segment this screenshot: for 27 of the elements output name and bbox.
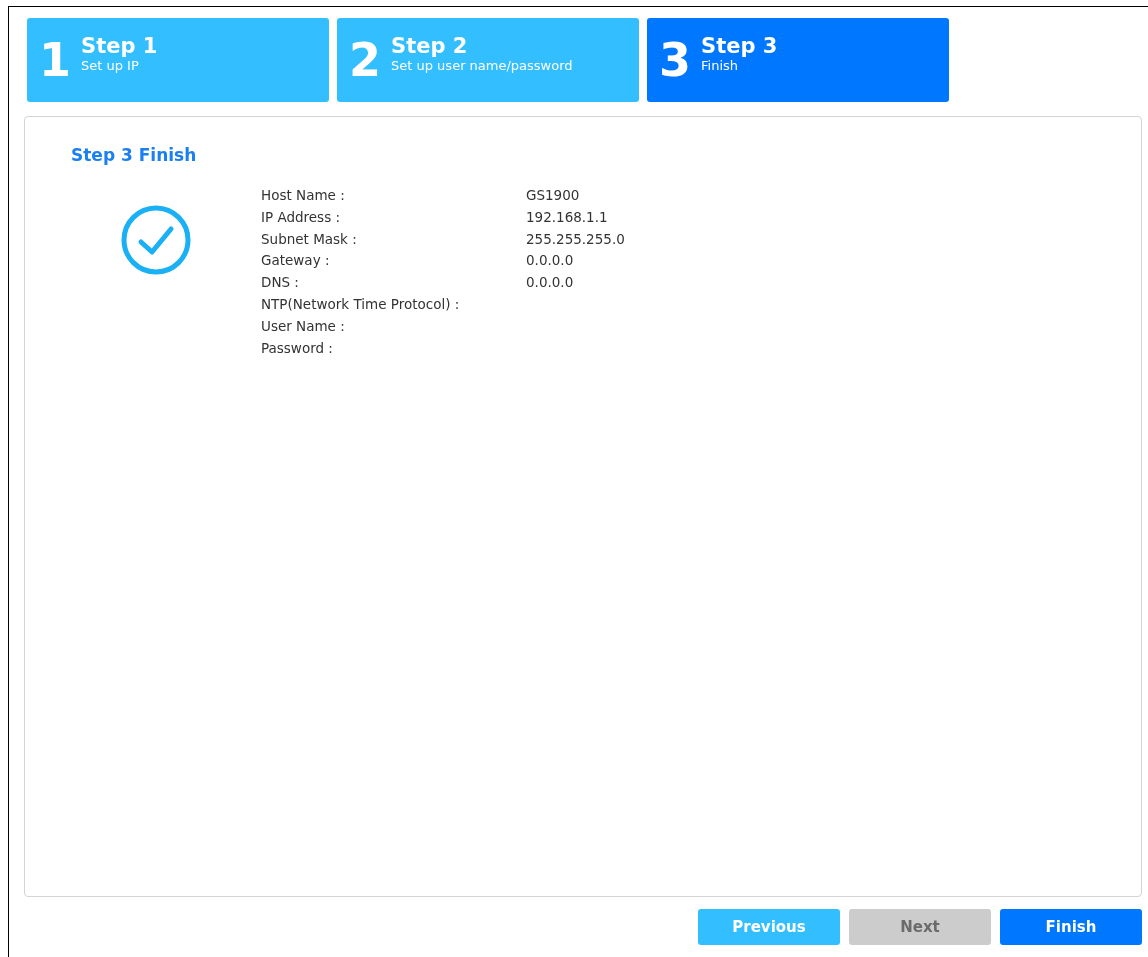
field-value: 192.168.1.1 (526, 207, 609, 227)
field-label: User Name : (261, 316, 346, 336)
step-tab[interactable]: 2 Step 2 Set up user name/password (337, 18, 639, 102)
step-subtitle: Set up user name/password (391, 57, 573, 73)
field-value: 255.255.255.0 (526, 229, 625, 249)
field-label: Subnet Mask : (261, 229, 358, 249)
step-title: Step 1 (81, 33, 158, 58)
panel-heading: Step 3 Finish (71, 145, 198, 165)
field-label: DNS : (261, 273, 300, 293)
field-label: Password : (261, 338, 334, 358)
field-label: Host Name : (261, 186, 346, 205)
step-number: 3 (659, 37, 691, 83)
field-value: GS1900 (526, 186, 581, 205)
step-number: 2 (349, 37, 381, 83)
step-title: Step 3 (701, 33, 778, 58)
step-number: 1 (39, 37, 71, 83)
step-subtitle: Finish (701, 57, 740, 73)
field-label: IP Address : (261, 207, 342, 227)
checkmark-circle-icon (121, 205, 191, 275)
previous-button[interactable]: Previous (698, 909, 840, 945)
field-label: NTP(Network Time Protocol) : (261, 295, 461, 314)
field-value: 0.0.0.0 (526, 251, 575, 271)
step-title: Step 2 (391, 33, 469, 58)
field-value: 0.0.0.0 (526, 273, 575, 293)
finish-button[interactable]: Finish (1000, 909, 1142, 945)
field-label: Gateway : (261, 251, 331, 271)
step-subtitle: Set up IP (81, 57, 140, 73)
